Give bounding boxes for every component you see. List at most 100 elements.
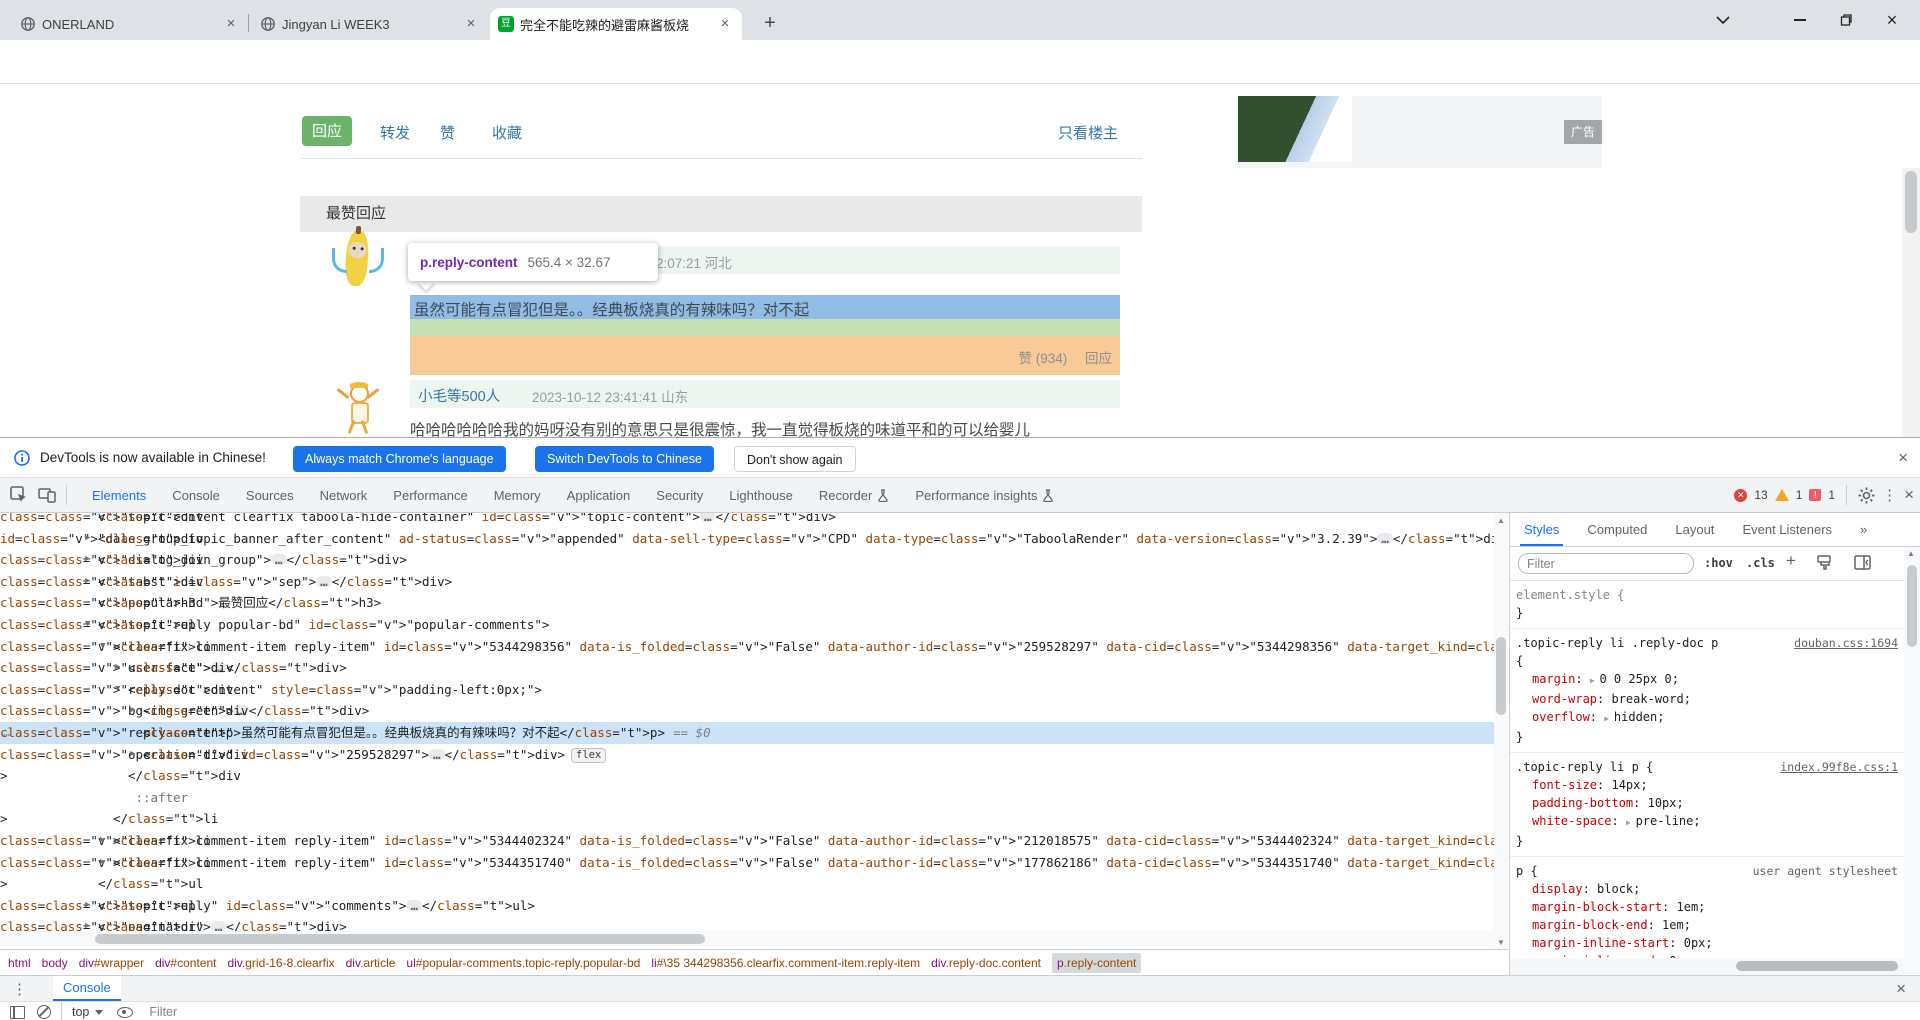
dom-tree-row[interactable]: ▶<class="t">li class=class="v">"clearfix…	[0, 830, 1508, 852]
styles-vertical-scrollbar[interactable]: ▲	[1904, 547, 1920, 975]
dom-tree-row[interactable]: ▶<class="t">div class=class="v">"operati…	[0, 744, 1508, 766]
expand-arrow-icon[interactable]: ▶	[85, 549, 90, 571]
dom-tree-row[interactable]: …<class="t">p class=class="v">"reply-con…	[0, 722, 1508, 744]
devtools-tab-elements[interactable]: Elements	[79, 478, 159, 512]
dom-tree-row[interactable]: ▼<class="t">div class=class="v">"reply-d…	[0, 679, 1508, 701]
dom-tree-row[interactable]: ▶<class="t">div class=class="v">"tabs" i…	[0, 571, 1508, 593]
expand-arrow-icon[interactable]: ▼	[85, 614, 90, 636]
devtools-tab-sources[interactable]: Sources	[233, 478, 307, 512]
reply2-username-link[interactable]: 小毛等500人	[418, 385, 500, 406]
window-close-button[interactable]: ×	[1869, 0, 1915, 40]
dom-tree-row[interactable]: </class="t">ul>	[0, 873, 1508, 895]
match-language-button[interactable]: Always match Chrome's language	[293, 446, 506, 472]
expand-arrow-icon[interactable]: ▼	[115, 679, 120, 701]
drawer-menu-kebab-icon[interactable]: ⋮	[12, 980, 27, 998]
reply1-like-link[interactable]: 赞 (934)	[1018, 351, 1067, 366]
expand-arrow-icon[interactable]: ▶	[85, 895, 90, 917]
breadcrumb-item[interactable]: p.reply-content	[1052, 953, 1141, 973]
op-only-link[interactable]: 只看楼主	[1058, 122, 1118, 143]
expand-arrow-icon[interactable]: ▶	[100, 830, 105, 852]
css-rule[interactable]: element.style {}	[1510, 581, 1904, 629]
breadcrumb-item[interactable]: html	[8, 956, 31, 970]
breadcrumb-item[interactable]: ul#popular-comments.topic-reply.popular-…	[406, 956, 640, 970]
console-warnings-icon[interactable]	[1775, 489, 1789, 501]
expand-arrow-icon[interactable]: ▼	[100, 636, 105, 658]
breadcrumb-item[interactable]: div.article	[346, 956, 396, 970]
maximize-button[interactable]	[1823, 0, 1869, 40]
dom-tree-row[interactable]: </class="t">div>	[0, 765, 1508, 787]
dom-tree-row[interactable]: ▶<class="t">div class=class="v">"dialog_…	[0, 549, 1508, 571]
drawer-tab-console[interactable]: Console	[53, 976, 121, 1001]
styles-tab-event-listeners[interactable]: Event Listeners	[1728, 513, 1846, 546]
devtools-menu-kebab-icon[interactable]: ⋮	[1882, 486, 1897, 504]
inspect-element-icon[interactable]	[10, 486, 28, 504]
reply2-avatar[interactable]	[330, 380, 386, 436]
dom-tree-row[interactable]: ▶<class="t">div id=class="v">"dale_group…	[0, 528, 1508, 550]
devtools-close-icon[interactable]: ×	[1904, 485, 1914, 505]
ad-banner[interactable]: 广告	[1238, 96, 1602, 168]
tab-close-icon[interactable]: ×	[462, 15, 480, 33]
console-filter-input[interactable]: Filter	[149, 1005, 177, 1019]
breadcrumb-item[interactable]: div#content	[155, 956, 216, 970]
devtools-tab-console[interactable]: Console	[159, 478, 233, 512]
devtools-tab-memory[interactable]: Memory	[481, 478, 554, 512]
browser-tab-jingyan[interactable]: Jingyan Li WEEK3 ×	[252, 8, 488, 40]
dom-tree-row[interactable]: ▶<class="t">li class=class="v">"clearfix…	[0, 852, 1508, 874]
css-rule[interactable]: .topic-reply li .reply-doc pdouban.css:1…	[1510, 629, 1904, 753]
scroll-down-arrow-icon[interactable]: ▼	[1494, 938, 1508, 947]
clear-console-icon[interactable]	[37, 1005, 51, 1019]
more-tabs-chevron-icon[interactable]: »	[1846, 513, 1881, 546]
elements-tree-panel[interactable]: <class="t">div class=class="v">"topic-co…	[0, 513, 1508, 950]
tab-search-chevron-icon[interactable]	[1700, 0, 1746, 40]
dom-tree-row[interactable]: ▶<class="t">div class=class="v">"user-fa…	[0, 657, 1508, 679]
toggle-hover-state-button[interactable]: :hov	[1704, 556, 1733, 570]
new-style-rule-button[interactable]: +	[1786, 551, 1796, 571]
stylesheet-link[interactable]: user agent stylesheet	[1753, 862, 1898, 880]
tab-close-icon[interactable]: ×	[716, 15, 734, 33]
styles-hscrollbar-thumb[interactable]	[1736, 961, 1898, 971]
drawer-close-icon[interactable]: ×	[1896, 979, 1906, 999]
expand-arrow-icon[interactable]: ▶	[100, 852, 105, 874]
dom-tree-row[interactable]: </class="t">li>	[0, 808, 1508, 830]
devtools-tab-recorder[interactable]: Recorder	[806, 478, 902, 512]
dom-tree-row[interactable]: ::after	[0, 787, 1508, 809]
browser-tab-active[interactable]: 豆 完全不能吃辣的避雷麻酱板烧 ×	[490, 8, 742, 40]
console-sidebar-icon[interactable]	[10, 1006, 25, 1019]
dom-tree-row[interactable]: ▼<class="t">li class=class="v">"clearfix…	[0, 636, 1508, 658]
styles-tab-computed[interactable]: Computed	[1573, 513, 1661, 546]
dom-tree-row[interactable]: <class="t">h3 class=class="v">"popular-h…	[0, 592, 1508, 614]
styles-filter-input[interactable]: Filter	[1518, 553, 1694, 574]
ad-image[interactable]	[1238, 96, 1352, 162]
expand-arrow-icon[interactable]: ▶	[130, 700, 135, 722]
breadcrumb-item[interactable]: div#wrapper	[79, 956, 144, 970]
devtools-tab-performance[interactable]: Performance	[380, 478, 480, 512]
flex-badge[interactable]: flex	[571, 748, 606, 763]
page-scrollbar[interactable]	[1902, 168, 1920, 437]
elements-hscrollbar-thumb[interactable]	[95, 934, 705, 944]
styles-horizontal-scrollbar[interactable]	[1510, 958, 1904, 975]
console-errors-icon[interactable]: ✕	[1734, 489, 1747, 502]
reply-button[interactable]: 回应	[302, 116, 352, 146]
page-scrollbar-thumb[interactable]	[1905, 171, 1917, 233]
live-expression-eye-icon[interactable]	[117, 1007, 133, 1018]
reply1-avatar[interactable]	[330, 224, 386, 292]
toggle-class-button[interactable]: .cls	[1746, 556, 1775, 570]
elements-horizontal-scrollbar[interactable]	[0, 931, 1494, 947]
devtools-tab-performance-insights[interactable]: Performance insights	[902, 478, 1067, 512]
notice-close-icon[interactable]: ×	[1898, 448, 1908, 468]
reply1-reply-link[interactable]: 回应	[1085, 351, 1112, 366]
device-toolbar-icon[interactable]	[38, 487, 56, 503]
elements-scrollbar-thumb[interactable]	[1496, 637, 1506, 715]
breadcrumb-item[interactable]: li#\35 344298356.clearfix.comment-item.r…	[651, 956, 920, 970]
switch-to-chinese-button[interactable]: Switch DevTools to Chinese	[535, 446, 714, 472]
styles-scrollbar-thumb[interactable]	[1907, 565, 1917, 647]
css-rule[interactable]: .topic-reply li p {index.99f8e.css:1font…	[1510, 753, 1904, 857]
dom-tree-row[interactable]: ▼<class="t">ul class=class="v">"topic-re…	[0, 614, 1508, 636]
favorite-link[interactable]: 收藏	[492, 122, 522, 143]
breadcrumb-item[interactable]: div.reply-doc.content	[931, 956, 1041, 970]
devtools-tab-network[interactable]: Network	[307, 478, 381, 512]
styles-tab-styles[interactable]: Styles	[1510, 513, 1573, 546]
stylesheet-link[interactable]: index.99f8e.css:1	[1780, 758, 1898, 776]
dom-tree-row[interactable]: ▶<class="t">div class=class="v">"bg-img-…	[0, 700, 1508, 722]
dont-show-again-button[interactable]: Don't show again	[734, 446, 856, 472]
